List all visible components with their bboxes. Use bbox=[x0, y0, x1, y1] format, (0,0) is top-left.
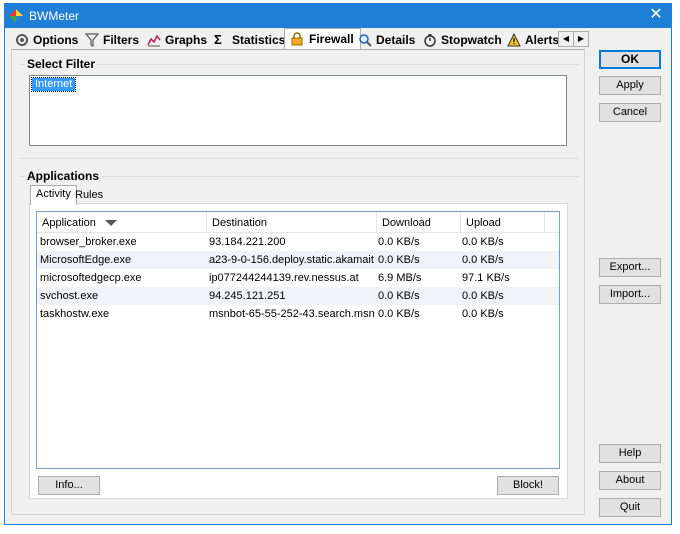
cell-upload: 0.0 KB/s bbox=[462, 308, 504, 320]
tab-label: Options bbox=[33, 33, 79, 47]
group-divider bbox=[19, 158, 579, 159]
stopwatch-icon bbox=[424, 34, 436, 47]
column-label: Application bbox=[42, 217, 96, 229]
cell-download: 0.0 KB/s bbox=[378, 236, 420, 248]
column-label: Download bbox=[382, 217, 431, 229]
cell-download: 0.0 KB/s bbox=[378, 290, 420, 302]
table-row[interactable]: microsoftedgecp.exe ip077244244139.rev.n… bbox=[37, 269, 559, 287]
tab-statistics[interactable]: Σ Statistics bbox=[214, 31, 285, 49]
cell-upload: 0.0 KB/s bbox=[462, 236, 504, 248]
quit-button[interactable]: Quit bbox=[599, 498, 661, 517]
apply-button[interactable]: Apply bbox=[599, 76, 661, 95]
tab-scroll-left-button[interactable]: ◀ bbox=[558, 31, 574, 47]
cell-application: microsoftedgecp.exe bbox=[40, 272, 142, 284]
magnifier-icon bbox=[359, 34, 372, 47]
cell-upload: 0.0 KB/s bbox=[462, 254, 504, 266]
subtab-rules[interactable]: Rules bbox=[71, 187, 107, 203]
cell-destination: msnbot-65-55-252-43.search.msn.... bbox=[209, 308, 374, 320]
column-header-download[interactable]: Download bbox=[377, 212, 461, 232]
main-tab-strip: Options Filters Graphs Σ Statistics Fire… bbox=[8, 28, 588, 50]
select-filter-heading: Select Filter bbox=[25, 57, 98, 71]
tab-firewall[interactable]: Firewall bbox=[284, 28, 361, 49]
cancel-button[interactable]: Cancel bbox=[599, 103, 661, 122]
tab-options[interactable]: Options bbox=[15, 31, 78, 49]
sort-descending-icon bbox=[105, 220, 117, 226]
cell-destination: 93.184.221.200 bbox=[209, 236, 286, 248]
tab-scroll-buttons: ◀ ▶ bbox=[558, 31, 589, 47]
title-bar[interactable]: BWMeter ✕ bbox=[5, 4, 671, 28]
column-header-upload[interactable]: Upload bbox=[461, 212, 545, 232]
ok-button[interactable]: OK bbox=[599, 50, 661, 69]
graphs-icon bbox=[147, 34, 161, 47]
cell-download: 6.9 MB/s bbox=[378, 272, 422, 284]
block-button[interactable]: Block! bbox=[497, 476, 559, 495]
cell-application: browser_broker.exe bbox=[40, 236, 137, 248]
filter-funnel-icon bbox=[85, 33, 99, 47]
column-label: Upload bbox=[466, 217, 501, 229]
cell-download: 0.0 KB/s bbox=[378, 254, 420, 266]
cell-destination: 94.245.121.251 bbox=[209, 290, 286, 302]
filter-item-internet[interactable]: Internet bbox=[30, 77, 77, 92]
applications-list[interactable]: Application Destination Download Upload … bbox=[36, 211, 560, 469]
warning-icon bbox=[507, 33, 521, 47]
subtab-activity[interactable]: Activity bbox=[30, 185, 77, 205]
column-label: Destination bbox=[212, 217, 268, 229]
cell-destination: ip077244244139.rev.nessus.at bbox=[209, 272, 359, 284]
tab-stopwatch[interactable]: Stopwatch bbox=[423, 31, 502, 49]
list-header: Application Destination Download Upload bbox=[37, 212, 559, 233]
tab-label: Statistics bbox=[232, 33, 286, 47]
column-header-destination[interactable]: Destination bbox=[207, 212, 377, 232]
cell-application: svchost.exe bbox=[40, 290, 99, 302]
cell-upload: 97.1 KB/s bbox=[462, 272, 510, 284]
tab-label: Details bbox=[376, 33, 416, 47]
column-header-application[interactable]: Application bbox=[37, 212, 207, 232]
cell-upload: 0.0 KB/s bbox=[462, 290, 504, 302]
sigma-icon: Σ bbox=[214, 32, 222, 47]
options-icon bbox=[16, 34, 28, 46]
tab-alerts[interactable]: Alerts bbox=[507, 31, 559, 49]
import-button[interactable]: Import... bbox=[599, 285, 661, 304]
help-button[interactable]: Help bbox=[599, 444, 661, 463]
applications-heading: Applications bbox=[25, 169, 102, 183]
tab-filters[interactable]: Filters bbox=[85, 31, 139, 49]
tab-label: Alerts bbox=[525, 33, 560, 47]
tab-details[interactable]: Details bbox=[358, 31, 415, 49]
tab-label: Stopwatch bbox=[441, 33, 502, 47]
cell-download: 0.0 KB/s bbox=[378, 308, 420, 320]
close-icon[interactable]: ✕ bbox=[647, 6, 665, 24]
bwmeter-app-icon bbox=[9, 9, 23, 23]
cell-application: MicrosoftEdge.exe bbox=[40, 254, 132, 266]
info-button[interactable]: Info... bbox=[38, 476, 100, 495]
tab-label: Firewall bbox=[309, 32, 354, 46]
cell-application: taskhostw.exe bbox=[40, 308, 110, 320]
tab-label: Graphs bbox=[165, 33, 208, 47]
window-title: BWMeter bbox=[29, 9, 80, 23]
group-divider bbox=[19, 64, 579, 65]
tab-scroll-right-button[interactable]: ▶ bbox=[573, 31, 589, 47]
table-row[interactable]: MicrosoftEdge.exe a23-9-0-156.deploy.sta… bbox=[37, 251, 559, 269]
tab-label: Filters bbox=[103, 33, 140, 47]
filter-listbox[interactable]: Internet bbox=[29, 75, 567, 146]
tab-graphs[interactable]: Graphs bbox=[147, 31, 207, 49]
table-row[interactable]: browser_broker.exe 93.184.221.200 0.0 KB… bbox=[37, 233, 559, 251]
cell-destination: a23-9-0-156.deploy.static.akamait... bbox=[209, 254, 374, 266]
about-button[interactable]: About bbox=[599, 471, 661, 490]
table-row[interactable]: svchost.exe 94.245.121.251 0.0 KB/s 0.0 … bbox=[37, 287, 559, 305]
table-row[interactable]: taskhostw.exe msnbot-65-55-252-43.search… bbox=[37, 305, 559, 323]
export-button[interactable]: Export... bbox=[599, 258, 661, 277]
group-divider bbox=[19, 176, 579, 177]
firewall-lock-icon bbox=[291, 32, 303, 46]
